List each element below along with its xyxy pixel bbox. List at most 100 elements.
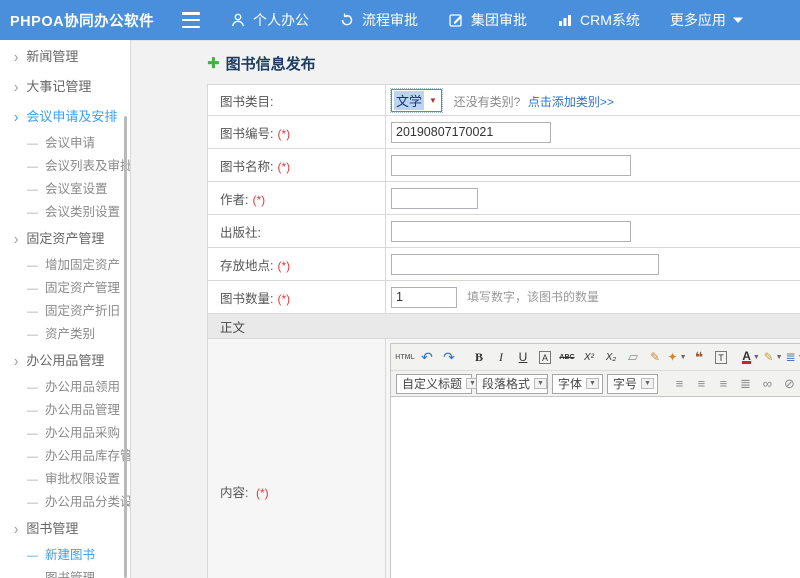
category-select[interactable]: 文学 ▼ xyxy=(391,89,442,112)
redo-button[interactable]: ↷ xyxy=(439,347,459,367)
storage-location-field-input[interactable] xyxy=(391,254,659,275)
subscript-button[interactable]: X₂ xyxy=(601,347,621,367)
caret-down-icon: ▼ xyxy=(753,354,760,361)
superscript-button[interactable]: X² xyxy=(579,347,599,367)
nav-item-more-apps[interactable]: 更多应用 xyxy=(670,10,743,30)
editor-content-area[interactable] xyxy=(391,396,800,578)
dash-icon: — xyxy=(27,207,38,219)
nav-item-label: 个人办公 xyxy=(253,10,309,30)
form-row-storage-location-field: 存放地点:(*) xyxy=(208,248,800,281)
caret-down-icon: ▼ xyxy=(641,378,654,389)
sidebar-item-meeting-apply[interactable]: —会议申请 xyxy=(0,132,130,155)
sidebar-item-fixed-asset-depreciation[interactable]: —固定资产折旧 xyxy=(0,300,130,323)
caret-down-icon xyxy=(733,16,743,24)
sidebar-group-book-management[interactable]: ›图书管理 xyxy=(0,514,130,544)
sidebar-item-label: 会议列表及审批 xyxy=(45,159,131,173)
sidebar-item-meeting-list-approval[interactable]: —会议列表及审批 xyxy=(0,155,130,178)
publisher-field-input[interactable] xyxy=(391,221,631,242)
paragraph-format-select[interactable]: 段落格式▼ xyxy=(476,374,548,394)
sidebar-item-new-book[interactable]: —新建图书 xyxy=(0,544,130,567)
align-left-button[interactable]: ≡ xyxy=(669,374,689,394)
italic-button[interactable]: I xyxy=(491,347,511,367)
app-logo: PHPOA协同办公软件 xyxy=(10,10,170,31)
book-name-field-input[interactable] xyxy=(391,155,631,176)
ordered-list-button-icon: ≣ xyxy=(786,350,796,364)
chevron-right-icon: › xyxy=(14,221,18,257)
dash-icon: — xyxy=(27,405,38,417)
sidebar-item-meeting-room-settings[interactable]: —会议室设置 xyxy=(0,178,130,201)
boxed-text-button[interactable]: A xyxy=(535,347,555,367)
ordered-list-button[interactable]: ≣▼ xyxy=(785,347,800,367)
sidebar-item-approval-permission-settings[interactable]: —审批权限设置 xyxy=(0,468,130,491)
sidebar: ›新闻管理›大事记管理›会议申请及安排—会议申请—会议列表及审批—会议室设置—会… xyxy=(0,40,131,578)
field-hint-text: 填写数字，该图书的数量 xyxy=(467,290,599,304)
chevron-right-icon: › xyxy=(14,343,18,379)
nav-item-label: 更多应用 xyxy=(670,10,726,30)
sidebar-item-label: 资产类别 xyxy=(45,327,95,341)
align-justify-button[interactable]: ≣ xyxy=(735,374,755,394)
highlight-color-button[interactable]: ✎▼ xyxy=(763,347,783,367)
sidebar-item-asset-category[interactable]: —资产类别 xyxy=(0,323,130,346)
bold-button[interactable]: B xyxy=(469,347,489,367)
author-field-input[interactable] xyxy=(391,188,478,209)
book-number-field-input[interactable] xyxy=(391,122,551,143)
form-row-book-quantity-field: 图书数量:(*)填写数字，该图书的数量 xyxy=(208,281,800,314)
sidebar-item-supplies-classification-settings[interactable]: —办公用品分类设置 xyxy=(0,491,130,514)
select-label: 字号 xyxy=(613,375,637,392)
sidebar-group-label: 办公用品管理 xyxy=(26,353,104,368)
sidebar-item-supplies-management[interactable]: —办公用品管理 xyxy=(0,399,130,422)
book-quantity-field-input[interactable] xyxy=(391,287,457,308)
paste-plain-button[interactable]: T xyxy=(711,347,731,367)
sidebar-item-label: 固定资产管理 xyxy=(45,281,120,295)
sidebar-group-label: 大事记管理 xyxy=(26,79,91,94)
dash-icon: — xyxy=(27,573,38,578)
sidebar-item-book-manage[interactable]: —图书管理 xyxy=(0,567,130,578)
caret-down-icon: ▼ xyxy=(534,378,547,389)
sidebar-item-supplies-purchase[interactable]: —办公用品采购 xyxy=(0,422,130,445)
sidebar-item-supplies-requisition[interactable]: —办公用品领用 xyxy=(0,376,130,399)
strikethrough-button[interactable]: ABC xyxy=(557,347,577,367)
nav-item-group-approval[interactable]: 集团审批 xyxy=(448,10,527,30)
add-category-link[interactable]: 点击添加类别>> xyxy=(528,95,614,109)
sidebar-group-memorabilia-management[interactable]: ›大事记管理 xyxy=(0,72,130,102)
clean-html-button[interactable]: ✎ xyxy=(645,347,665,367)
nav-item-personal-office[interactable]: 个人办公 xyxy=(230,10,309,30)
sidebar-item-add-fixed-asset[interactable]: —增加固定资产 xyxy=(0,254,130,277)
align-right-button[interactable]: ≡ xyxy=(713,374,733,394)
sidebar-group-label: 新闻管理 xyxy=(26,49,78,64)
html-source-button[interactable]: HTML xyxy=(395,347,415,367)
nav-item-process-approval[interactable]: 流程审批 xyxy=(339,10,418,30)
sidebar-item-label: 办公用品领用 xyxy=(45,380,120,394)
custom-style-select[interactable]: 自定义标题▼ xyxy=(396,374,472,394)
form-row-category: 图书类目: 文学 ▼ 还没有类别? 点击添加类别>> xyxy=(208,85,800,116)
remove-format-button[interactable]: ▱ xyxy=(623,347,643,367)
sidebar-scrollbar[interactable] xyxy=(124,116,127,578)
quick-format-button-icon: ✦ xyxy=(668,350,678,364)
sidebar-item-label: 会议申请 xyxy=(45,136,95,150)
align-center-button[interactable]: ≡ xyxy=(691,374,711,394)
nav-item-crm-system[interactable]: CRM系统 xyxy=(557,10,640,30)
sidebar-item-meeting-category-settings[interactable]: —会议类别设置 xyxy=(0,201,130,224)
font-color-button[interactable]: A▼ xyxy=(741,347,761,367)
bold-button-icon: B xyxy=(475,350,483,365)
field-label: 作者: xyxy=(220,193,248,207)
sidebar-group-news-management[interactable]: ›新闻管理 xyxy=(0,42,130,72)
font-size-select[interactable]: 字号 ▼ xyxy=(607,374,658,394)
clean-html-button-icon: ✎ xyxy=(650,350,660,364)
sidebar-group-meeting-application[interactable]: ›会议申请及安排 xyxy=(0,102,130,132)
undo-button[interactable]: ↶ xyxy=(417,347,437,367)
underline-button[interactable]: U xyxy=(513,347,533,367)
section-header: 正文 xyxy=(208,314,800,339)
sidebar-item-supplies-inventory-management[interactable]: —办公用品库存管理 xyxy=(0,445,130,468)
hamburger-menu-icon[interactable] xyxy=(182,12,204,28)
blockquote-button[interactable]: ❝ xyxy=(689,347,709,367)
sidebar-item-fixed-asset-management[interactable]: —固定资产管理 xyxy=(0,277,130,300)
flow-approval-icon xyxy=(339,12,355,28)
unlink-button[interactable]: ⊘ xyxy=(779,374,799,394)
quick-format-button[interactable]: ✦▼ xyxy=(667,347,687,367)
font-family-select[interactable]: 字体▼ xyxy=(552,374,603,394)
link-button[interactable]: ∞ xyxy=(757,374,777,394)
sidebar-group-fixed-assets-management[interactable]: ›固定资产管理 xyxy=(0,224,130,254)
sidebar-group-office-supplies-management[interactable]: › 办公用品管理 xyxy=(0,346,130,376)
field-label: 图书编号: xyxy=(220,127,273,141)
